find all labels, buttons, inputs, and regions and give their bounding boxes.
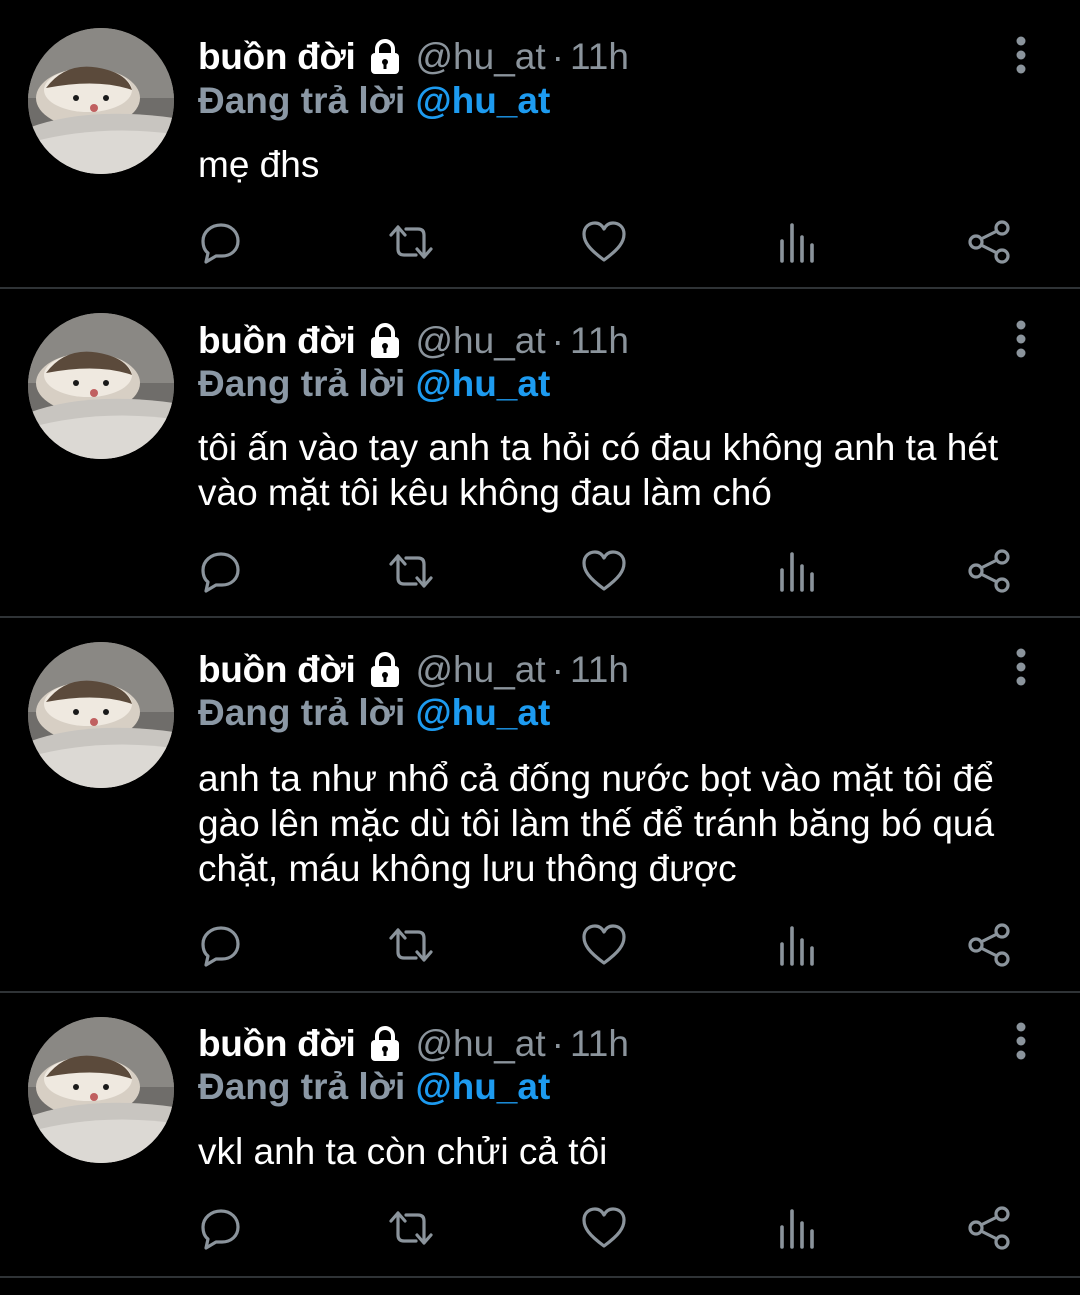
lock-icon xyxy=(365,1024,405,1064)
separator-dot: · xyxy=(551,1023,564,1064)
tweet-header: buồn đời @hu_at · 11h xyxy=(198,647,629,693)
heart-icon[interactable] xyxy=(579,1203,629,1253)
tweet-actions xyxy=(0,1203,1080,1253)
retweet-icon[interactable] xyxy=(386,920,436,970)
timestamp[interactable]: 11h xyxy=(570,320,629,362)
analytics-icon[interactable] xyxy=(772,1203,822,1253)
retweet-icon[interactable] xyxy=(386,546,436,596)
lock-icon xyxy=(365,37,405,77)
reply-context: Đang trả lời @hu_at xyxy=(198,1066,550,1112)
reply-icon[interactable] xyxy=(196,546,246,596)
reply-icon[interactable] xyxy=(196,217,246,267)
reply-handle-link[interactable]: @hu_at xyxy=(416,692,551,733)
lock-icon xyxy=(365,321,405,361)
tweet[interactable]: buồn đời @hu_at · 11h Đang trả lời @hu_a… xyxy=(0,618,1080,993)
reply-context: Đang trả lời @hu_at xyxy=(198,80,550,126)
analytics-icon[interactable] xyxy=(772,920,822,970)
reply-handle-link[interactable]: @hu_at xyxy=(416,363,551,404)
more-vertical-icon[interactable] xyxy=(1008,1022,1034,1060)
tweet-text: tôi ấn vào tay anh ta hỏi có đau không a… xyxy=(198,427,999,513)
tweet[interactable]: buồn đời @hu_at · 11h Đang trả lời @hu_a… xyxy=(0,0,1080,289)
share-icon[interactable] xyxy=(964,920,1014,970)
display-name[interactable]: buồn đời xyxy=(198,1023,356,1065)
tweet-header: buồn đời @hu_at · 11h xyxy=(198,34,629,80)
heart-icon[interactable] xyxy=(579,920,629,970)
tweet-actions xyxy=(0,546,1080,596)
user-handle[interactable]: @hu_at xyxy=(415,36,545,78)
reply-icon[interactable] xyxy=(196,1203,246,1253)
heart-icon[interactable] xyxy=(579,546,629,596)
reply-prefix: Đang trả lời xyxy=(198,80,406,121)
reply-prefix: Đang trả lời xyxy=(198,1066,406,1107)
reply-context: Đang trả lời @hu_at xyxy=(198,363,550,409)
hedgehog-avatar[interactable] xyxy=(28,313,174,459)
tweet-header: buồn đời @hu_at · 11h xyxy=(198,1021,629,1067)
reply-context: Đang trả lời @hu_at xyxy=(198,692,550,738)
hedgehog-avatar[interactable] xyxy=(28,1017,174,1163)
display-name[interactable]: buồn đời xyxy=(198,649,356,691)
tweet-text: anh ta như nhổ cả đống nước bọt vào mặt … xyxy=(198,758,995,889)
hedgehog-avatar[interactable] xyxy=(28,28,174,174)
separator-dot: · xyxy=(551,36,564,77)
user-handle[interactable]: @hu_at xyxy=(415,649,545,691)
analytics-icon[interactable] xyxy=(772,546,822,596)
timestamp[interactable]: 11h xyxy=(570,649,629,691)
tweet[interactable]: buồn đời @hu_at · 11h Đang trả lời @hu_a… xyxy=(0,993,1080,1278)
display-name[interactable]: buồn đời xyxy=(198,36,356,78)
more-vertical-icon[interactable] xyxy=(1008,320,1034,358)
user-handle[interactable]: @hu_at xyxy=(415,1023,545,1065)
analytics-icon[interactable] xyxy=(772,217,822,267)
more-vertical-icon[interactable] xyxy=(1008,648,1034,686)
tweet-actions xyxy=(0,217,1080,267)
retweet-icon[interactable] xyxy=(386,1203,436,1253)
timeline: buồn đời @hu_at · 11h Đang trả lời @hu_a… xyxy=(0,0,1080,1295)
reply-icon[interactable] xyxy=(196,920,246,970)
tweet-header: buồn đời @hu_at · 11h xyxy=(198,318,629,364)
heart-icon[interactable] xyxy=(579,217,629,267)
reply-prefix: Đang trả lời xyxy=(198,363,406,404)
tweet[interactable]: buồn đời @hu_at · 11h Đang trả lời @hu_a… xyxy=(0,289,1080,618)
tweet-text: vkl anh ta còn chửi cả tôi xyxy=(198,1131,608,1172)
timestamp[interactable]: 11h xyxy=(570,36,629,78)
share-icon[interactable] xyxy=(964,546,1014,596)
hedgehog-avatar[interactable] xyxy=(28,642,174,788)
share-icon[interactable] xyxy=(964,217,1014,267)
user-handle[interactable]: @hu_at xyxy=(415,320,545,362)
lock-icon xyxy=(365,650,405,690)
separator-dot: · xyxy=(551,649,564,690)
reply-prefix: Đang trả lời xyxy=(198,692,406,733)
more-vertical-icon[interactable] xyxy=(1008,36,1034,74)
separator-dot: · xyxy=(551,320,564,361)
display-name[interactable]: buồn đời xyxy=(198,320,356,362)
tweet-actions xyxy=(0,920,1080,970)
reply-handle-link[interactable]: @hu_at xyxy=(416,80,551,121)
tweet-text: mẹ đhs xyxy=(198,144,320,185)
reply-handle-link[interactable]: @hu_at xyxy=(416,1066,551,1107)
timestamp[interactable]: 11h xyxy=(570,1023,629,1065)
retweet-icon[interactable] xyxy=(386,217,436,267)
share-icon[interactable] xyxy=(964,1203,1014,1253)
